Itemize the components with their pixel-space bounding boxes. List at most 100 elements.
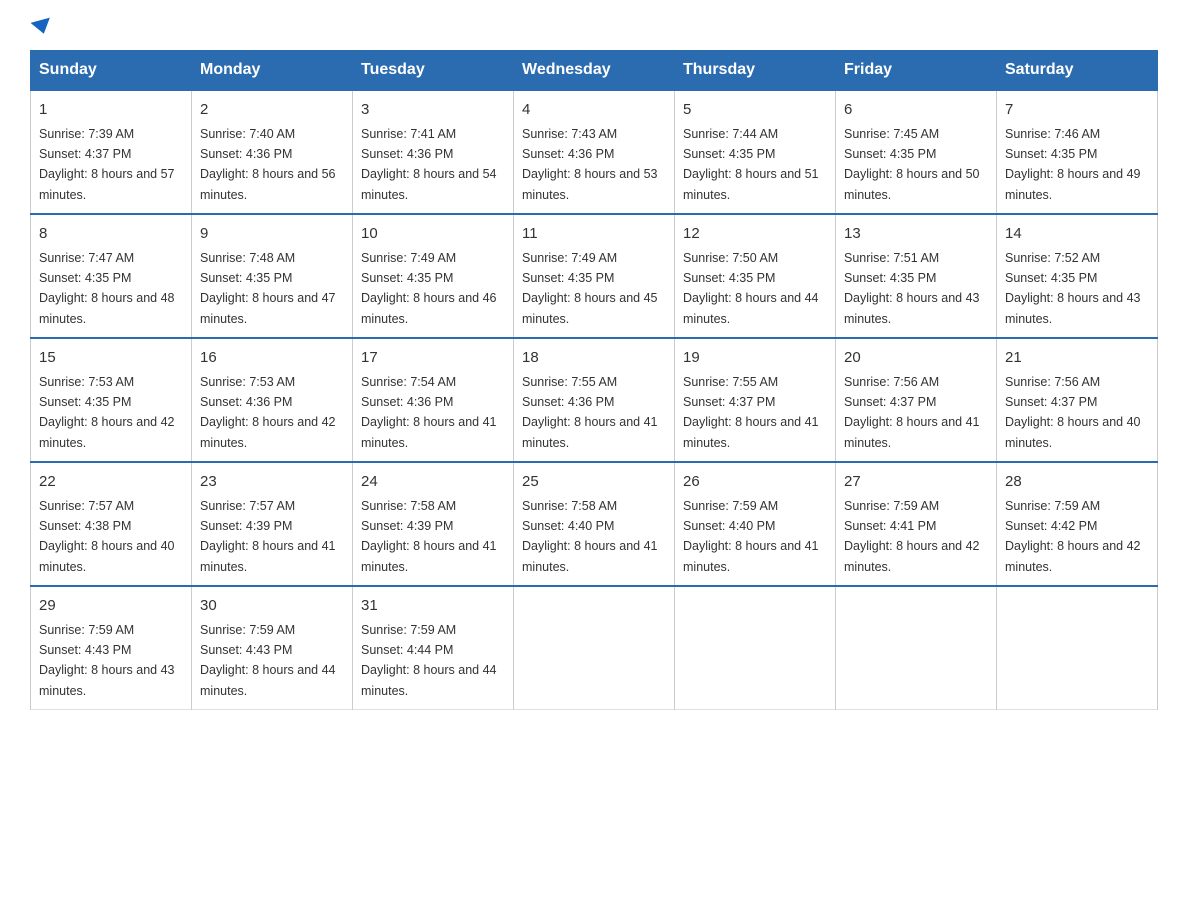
calendar-header-row: SundayMondayTuesdayWednesdayThursdayFrid… [31, 51, 1158, 91]
calendar-cell: 19Sunrise: 7:55 AMSunset: 4:37 PMDayligh… [675, 338, 836, 462]
day-number: 27 [844, 471, 988, 494]
day-info: Sunrise: 7:56 AMSunset: 4:37 PMDaylight:… [1005, 375, 1141, 450]
calendar-cell: 2Sunrise: 7:40 AMSunset: 4:36 PMDaylight… [192, 90, 353, 214]
day-info: Sunrise: 7:40 AMSunset: 4:36 PMDaylight:… [200, 127, 336, 202]
day-number: 11 [522, 223, 666, 246]
calendar-cell: 16 Sunrise: 7:53 AMSunset: 4:36 PMDayligh… [192, 338, 353, 462]
calendar-cell: 15 Sunrise: 7:53 AMSunset: 4:35 PMDayligh… [31, 338, 192, 462]
logo [30, 20, 52, 34]
calendar-cell: 30 Sunrise: 7:59 AMSunset: 4:43 PMDayligh… [192, 586, 353, 710]
calendar-cell: 7 Sunrise: 7:46 AMSunset: 4:35 PMDaylight… [997, 90, 1158, 214]
calendar-cell: 22 Sunrise: 7:57 AMSunset: 4:38 PMDayligh… [31, 462, 192, 586]
page-header [30, 20, 1158, 34]
header-tuesday: Tuesday [353, 51, 514, 91]
day-info: Sunrise: 7:59 AMSunset: 4:41 PMDaylight:… [844, 499, 980, 574]
day-info: Sunrise: 7:57 AMSunset: 4:39 PMDaylight:… [200, 499, 336, 574]
day-info: Sunrise: 7:46 AMSunset: 4:35 PMDaylight:… [1005, 127, 1141, 202]
day-number: 21 [1005, 347, 1149, 370]
calendar-cell: 13 Sunrise: 7:51 AMSunset: 4:35 PMDayligh… [836, 214, 997, 338]
day-info: Sunrise: 7:44 AMSunset: 4:35 PMDaylight:… [683, 127, 819, 202]
day-info: Sunrise: 7:57 AMSunset: 4:38 PMDaylight:… [39, 499, 175, 574]
day-info: Sunrise: 7:56 AMSunset: 4:37 PMDaylight:… [844, 375, 980, 450]
day-info: Sunrise: 7:51 AMSunset: 4:35 PMDaylight:… [844, 251, 980, 326]
day-info: Sunrise: 7:52 AMSunset: 4:35 PMDaylight:… [1005, 251, 1141, 326]
day-number: 4 [522, 99, 666, 122]
week-row-5: 29 Sunrise: 7:59 AMSunset: 4:43 PMDayligh… [31, 586, 1158, 710]
week-row-3: 15 Sunrise: 7:53 AMSunset: 4:35 PMDayligh… [31, 338, 1158, 462]
day-number: 28 [1005, 471, 1149, 494]
calendar-cell [675, 586, 836, 710]
calendar-cell: 31Sunrise: 7:59 AMSunset: 4:44 PMDayligh… [353, 586, 514, 710]
calendar-cell: 11 Sunrise: 7:49 AMSunset: 4:35 PMDayligh… [514, 214, 675, 338]
calendar-cell: 1 Sunrise: 7:39 AMSunset: 4:37 PMDaylight… [31, 90, 192, 214]
day-number: 26 [683, 471, 827, 494]
day-number: 15 [39, 347, 183, 370]
header-wednesday: Wednesday [514, 51, 675, 91]
calendar-table: SundayMondayTuesdayWednesdayThursdayFrid… [30, 50, 1158, 710]
day-info: Sunrise: 7:59 AMSunset: 4:42 PMDaylight:… [1005, 499, 1141, 574]
day-info: Sunrise: 7:59 AMSunset: 4:43 PMDaylight:… [39, 623, 175, 698]
day-number: 30 [200, 595, 344, 618]
header-monday: Monday [192, 51, 353, 91]
calendar-cell [836, 586, 997, 710]
calendar-cell: 3Sunrise: 7:41 AMSunset: 4:36 PMDaylight… [353, 90, 514, 214]
header-thursday: Thursday [675, 51, 836, 91]
calendar-cell: 10Sunrise: 7:49 AMSunset: 4:35 PMDayligh… [353, 214, 514, 338]
day-info: Sunrise: 7:47 AMSunset: 4:35 PMDaylight:… [39, 251, 175, 326]
calendar-cell: 14 Sunrise: 7:52 AMSunset: 4:35 PMDayligh… [997, 214, 1158, 338]
day-info: Sunrise: 7:50 AMSunset: 4:35 PMDaylight:… [683, 251, 819, 326]
day-info: Sunrise: 7:49 AMSunset: 4:35 PMDaylight:… [361, 251, 497, 326]
calendar-cell: 25 Sunrise: 7:58 AMSunset: 4:40 PMDayligh… [514, 462, 675, 586]
day-info: Sunrise: 7:59 AMSunset: 4:43 PMDaylight:… [200, 623, 336, 698]
calendar-cell: 27 Sunrise: 7:59 AMSunset: 4:41 PMDayligh… [836, 462, 997, 586]
header-friday: Friday [836, 51, 997, 91]
day-info: Sunrise: 7:55 AMSunset: 4:37 PMDaylight:… [683, 375, 819, 450]
day-number: 24 [361, 471, 505, 494]
day-number: 22 [39, 471, 183, 494]
day-info: Sunrise: 7:53 AMSunset: 4:36 PMDaylight:… [200, 375, 336, 450]
day-number: 8 [39, 223, 183, 246]
day-number: 20 [844, 347, 988, 370]
calendar-cell: 23 Sunrise: 7:57 AMSunset: 4:39 PMDayligh… [192, 462, 353, 586]
day-number: 25 [522, 471, 666, 494]
day-number: 7 [1005, 99, 1149, 122]
day-number: 12 [683, 223, 827, 246]
day-info: Sunrise: 7:58 AMSunset: 4:39 PMDaylight:… [361, 499, 497, 574]
calendar-cell: 4Sunrise: 7:43 AMSunset: 4:36 PMDaylight… [514, 90, 675, 214]
calendar-cell: 9 Sunrise: 7:48 AMSunset: 4:35 PMDaylight… [192, 214, 353, 338]
day-info: Sunrise: 7:53 AMSunset: 4:35 PMDaylight:… [39, 375, 175, 450]
calendar-cell: 20 Sunrise: 7:56 AMSunset: 4:37 PMDayligh… [836, 338, 997, 462]
day-info: Sunrise: 7:59 AMSunset: 4:40 PMDaylight:… [683, 499, 819, 574]
calendar-cell: 8 Sunrise: 7:47 AMSunset: 4:35 PMDaylight… [31, 214, 192, 338]
calendar-cell: 26 Sunrise: 7:59 AMSunset: 4:40 PMDayligh… [675, 462, 836, 586]
week-row-4: 22 Sunrise: 7:57 AMSunset: 4:38 PMDayligh… [31, 462, 1158, 586]
day-number: 14 [1005, 223, 1149, 246]
day-info: Sunrise: 7:39 AMSunset: 4:37 PMDaylight:… [39, 127, 175, 202]
day-number: 16 [200, 347, 344, 370]
week-row-2: 8 Sunrise: 7:47 AMSunset: 4:35 PMDaylight… [31, 214, 1158, 338]
day-info: Sunrise: 7:48 AMSunset: 4:35 PMDaylight:… [200, 251, 336, 326]
day-number: 6 [844, 99, 988, 122]
day-number: 31 [361, 595, 505, 618]
day-info: Sunrise: 7:58 AMSunset: 4:40 PMDaylight:… [522, 499, 658, 574]
calendar-cell [514, 586, 675, 710]
calendar-cell: 5Sunrise: 7:44 AMSunset: 4:35 PMDaylight… [675, 90, 836, 214]
day-info: Sunrise: 7:45 AMSunset: 4:35 PMDaylight:… [844, 127, 980, 202]
day-info: Sunrise: 7:49 AMSunset: 4:35 PMDaylight:… [522, 251, 658, 326]
calendar-cell: 12 Sunrise: 7:50 AMSunset: 4:35 PMDayligh… [675, 214, 836, 338]
day-number: 1 [39, 99, 183, 122]
calendar-cell: 24 Sunrise: 7:58 AMSunset: 4:39 PMDayligh… [353, 462, 514, 586]
day-number: 3 [361, 99, 505, 122]
calendar-cell: 29 Sunrise: 7:59 AMSunset: 4:43 PMDayligh… [31, 586, 192, 710]
calendar-cell [997, 586, 1158, 710]
logo-arrow-icon [31, 18, 54, 37]
day-number: 23 [200, 471, 344, 494]
day-number: 17 [361, 347, 505, 370]
day-number: 29 [39, 595, 183, 618]
calendar-cell: 28 Sunrise: 7:59 AMSunset: 4:42 PMDayligh… [997, 462, 1158, 586]
header-sunday: Sunday [31, 51, 192, 91]
day-number: 9 [200, 223, 344, 246]
calendar-cell: 17Sunrise: 7:54 AMSunset: 4:36 PMDayligh… [353, 338, 514, 462]
week-row-1: 1 Sunrise: 7:39 AMSunset: 4:37 PMDaylight… [31, 90, 1158, 214]
day-number: 13 [844, 223, 988, 246]
